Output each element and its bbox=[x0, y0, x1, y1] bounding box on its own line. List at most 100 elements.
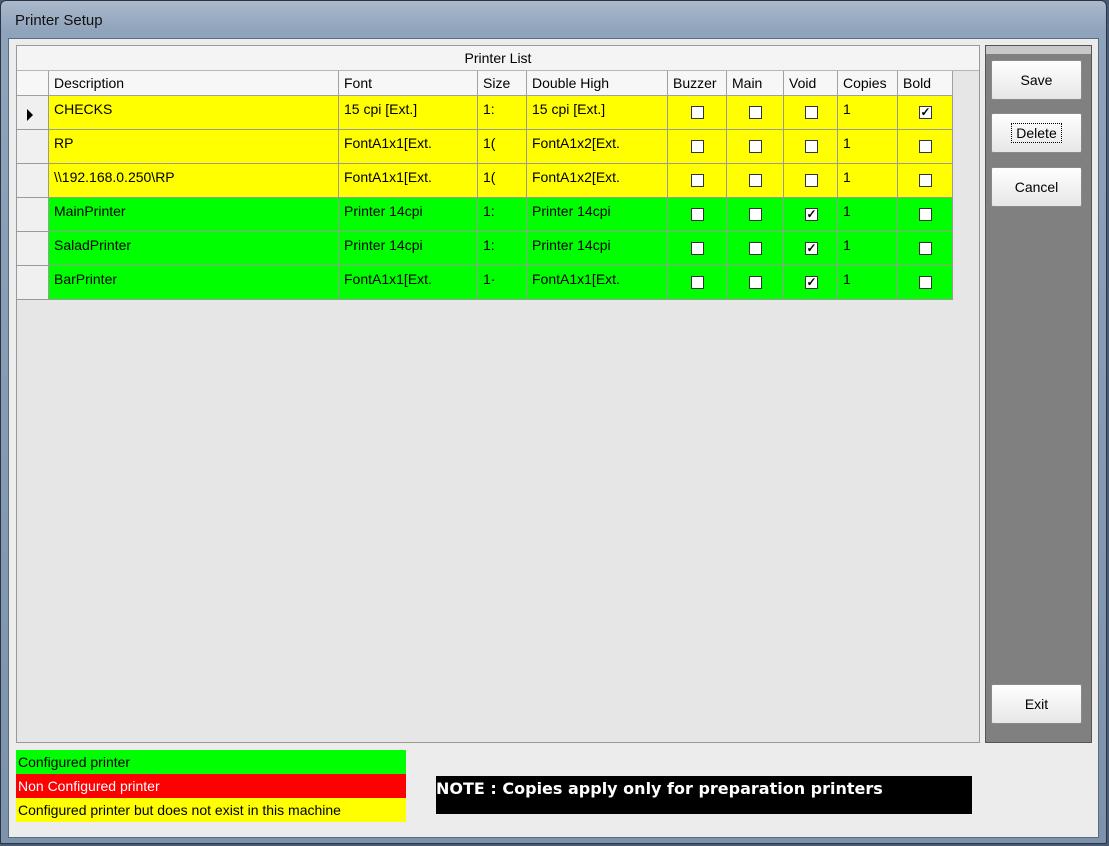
cell-double-high[interactable]: FontA1x1[Ext. bbox=[527, 266, 668, 300]
column-header-description[interactable]: Description bbox=[49, 71, 339, 96]
main-checkbox[interactable] bbox=[749, 174, 762, 187]
cell-void[interactable]: ✓ bbox=[784, 232, 838, 266]
main-checkbox[interactable] bbox=[749, 106, 762, 119]
column-header-bold[interactable]: Bold bbox=[898, 71, 953, 96]
cell-buzzer[interactable] bbox=[668, 232, 727, 266]
void-checkbox[interactable]: ✓ bbox=[805, 242, 818, 255]
buzzer-checkbox[interactable] bbox=[691, 140, 704, 153]
cell-main[interactable] bbox=[727, 266, 784, 300]
buzzer-checkbox[interactable] bbox=[691, 174, 704, 187]
column-header-font[interactable]: Font bbox=[339, 71, 478, 96]
buzzer-checkbox[interactable] bbox=[691, 242, 704, 255]
cell-double-high[interactable]: FontA1x2[Ext. bbox=[527, 164, 668, 198]
row-selector[interactable] bbox=[17, 198, 49, 232]
row-selector[interactable] bbox=[17, 96, 49, 130]
bold-checkbox[interactable]: ✓ bbox=[919, 106, 932, 119]
cell-void[interactable] bbox=[784, 96, 838, 130]
bold-checkbox[interactable] bbox=[919, 208, 932, 221]
buzzer-checkbox[interactable] bbox=[691, 208, 704, 221]
cell-font[interactable]: 15 cpi [Ext.] bbox=[339, 96, 478, 130]
cell-bold[interactable] bbox=[898, 198, 953, 232]
bold-checkbox[interactable] bbox=[919, 140, 932, 153]
row-selector[interactable] bbox=[17, 266, 49, 300]
cell-double-high[interactable]: FontA1x2[Ext. bbox=[527, 130, 668, 164]
main-checkbox[interactable] bbox=[749, 140, 762, 153]
row-selector[interactable] bbox=[17, 232, 49, 266]
column-header-buzzer[interactable]: Buzzer bbox=[668, 71, 727, 96]
cell-void[interactable] bbox=[784, 164, 838, 198]
cell-font[interactable]: Printer 14cpi bbox=[339, 232, 478, 266]
row-selector[interactable] bbox=[17, 164, 49, 198]
cell-font[interactable]: FontA1x1[Ext. bbox=[339, 164, 478, 198]
cell-description[interactable]: RP bbox=[49, 130, 339, 164]
cell-main[interactable] bbox=[727, 164, 784, 198]
row-selector[interactable] bbox=[17, 130, 49, 164]
cell-main[interactable] bbox=[727, 96, 784, 130]
cell-bold[interactable] bbox=[898, 130, 953, 164]
cell-description[interactable]: CHECKS bbox=[49, 96, 339, 130]
cell-main[interactable] bbox=[727, 232, 784, 266]
cell-bold[interactable] bbox=[898, 232, 953, 266]
bold-checkbox[interactable] bbox=[919, 276, 932, 289]
void-checkbox[interactable]: ✓ bbox=[805, 276, 818, 289]
bold-checkbox[interactable] bbox=[919, 242, 932, 255]
void-checkbox[interactable] bbox=[805, 174, 818, 187]
save-button[interactable]: Save bbox=[991, 60, 1082, 100]
cell-copies[interactable]: 1 bbox=[838, 164, 898, 198]
cell-font[interactable]: Printer 14cpi bbox=[339, 198, 478, 232]
cell-bold[interactable] bbox=[898, 266, 953, 300]
column-header-main[interactable]: Main bbox=[727, 71, 784, 96]
main-checkbox[interactable] bbox=[749, 242, 762, 255]
cell-void[interactable] bbox=[784, 130, 838, 164]
cell-size[interactable]: 1: bbox=[478, 96, 527, 130]
column-header-double-high[interactable]: Double High bbox=[527, 71, 668, 96]
cell-double-high[interactable]: 15 cpi [Ext.] bbox=[527, 96, 668, 130]
cell-description[interactable]: BarPrinter bbox=[49, 266, 339, 300]
description-text: MainPrinter bbox=[54, 203, 126, 219]
exit-button[interactable]: Exit bbox=[991, 684, 1082, 724]
buzzer-checkbox[interactable] bbox=[691, 106, 704, 119]
column-header-void[interactable]: Void bbox=[784, 71, 838, 96]
cell-main[interactable] bbox=[727, 130, 784, 164]
cell-copies[interactable]: 1 bbox=[838, 96, 898, 130]
delete-button[interactable]: Delete bbox=[991, 113, 1082, 153]
cell-copies[interactable]: 1 bbox=[838, 198, 898, 232]
bold-checkbox[interactable] bbox=[919, 174, 932, 187]
cell-buzzer[interactable] bbox=[668, 198, 727, 232]
cell-void[interactable]: ✓ bbox=[784, 198, 838, 232]
main-checkbox[interactable] bbox=[749, 208, 762, 221]
cell-description[interactable]: MainPrinter bbox=[49, 198, 339, 232]
cell-void[interactable]: ✓ bbox=[784, 266, 838, 300]
cell-copies[interactable]: 1 bbox=[838, 266, 898, 300]
void-checkbox[interactable] bbox=[805, 140, 818, 153]
cell-main[interactable] bbox=[727, 198, 784, 232]
void-checkbox[interactable] bbox=[805, 106, 818, 119]
cell-size[interactable]: 1( bbox=[478, 130, 527, 164]
cell-double-high[interactable]: Printer 14cpi bbox=[527, 232, 668, 266]
cell-buzzer[interactable] bbox=[668, 266, 727, 300]
cell-size[interactable]: 1( bbox=[478, 164, 527, 198]
cell-description[interactable]: SaladPrinter bbox=[49, 232, 339, 266]
cancel-button[interactable]: Cancel bbox=[991, 167, 1082, 207]
cell-buzzer[interactable] bbox=[668, 164, 727, 198]
column-header-copies[interactable]: Copies bbox=[838, 71, 898, 96]
cell-double-high[interactable]: Printer 14cpi bbox=[527, 198, 668, 232]
cell-bold[interactable]: ✓ bbox=[898, 96, 953, 130]
printer-grid: Printer List Description Font Size Double H… bbox=[16, 45, 980, 743]
cell-size[interactable]: 1: bbox=[478, 232, 527, 266]
cell-size[interactable]: 1: bbox=[478, 198, 527, 232]
cell-bold[interactable] bbox=[898, 164, 953, 198]
cell-copies[interactable]: 1 bbox=[838, 232, 898, 266]
cell-font[interactable]: FontA1x1[Ext. bbox=[339, 266, 478, 300]
main-checkbox[interactable] bbox=[749, 276, 762, 289]
void-checkbox[interactable]: ✓ bbox=[805, 208, 818, 221]
cell-buzzer[interactable] bbox=[668, 96, 727, 130]
cell-size[interactable]: 1· bbox=[478, 266, 527, 300]
cell-description[interactable]: \\192.168.0.250\RP bbox=[49, 164, 339, 198]
buzzer-checkbox[interactable] bbox=[691, 276, 704, 289]
cell-copies[interactable]: 1 bbox=[838, 130, 898, 164]
title-bar[interactable]: Printer Setup bbox=[1, 1, 1106, 39]
cell-font[interactable]: FontA1x1[Ext. bbox=[339, 130, 478, 164]
cell-buzzer[interactable] bbox=[668, 130, 727, 164]
column-header-size[interactable]: Size bbox=[478, 71, 527, 96]
